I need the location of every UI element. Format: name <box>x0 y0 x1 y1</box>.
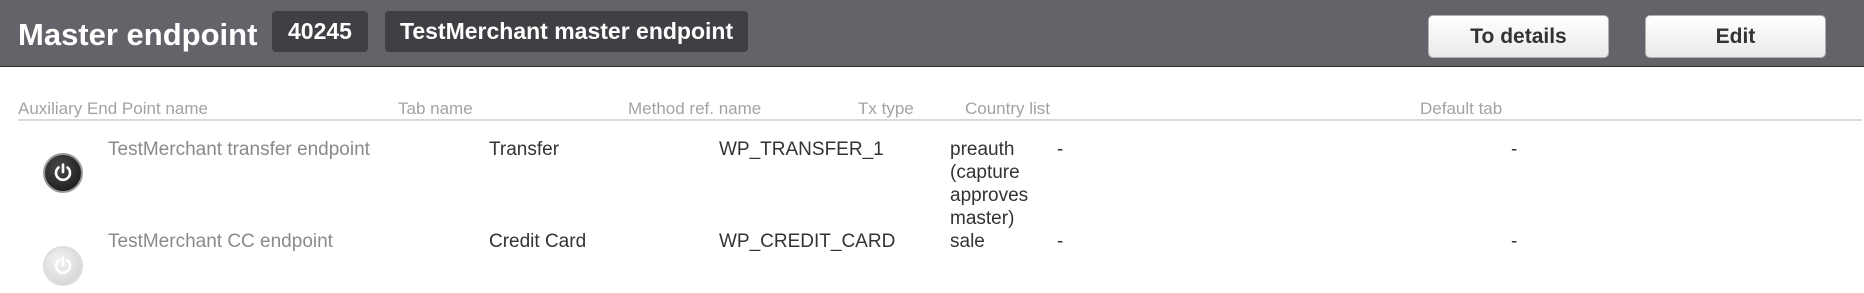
default-tab: - <box>1511 139 1518 160</box>
endpoint-id-badge: 40245 <box>272 11 368 52</box>
method-ref-name: WP_CREDIT_CARD <box>719 231 896 252</box>
method-ref-name: WP_TRANSFER_1 <box>719 139 884 160</box>
country-list: - <box>1057 139 1064 160</box>
tab-name: Transfer <box>489 139 560 160</box>
country-list: - <box>1057 231 1064 252</box>
column-header-tx-type: Tx type <box>858 99 914 118</box>
column-header-country-list: Country list <box>965 99 1051 118</box>
endpoint-name: TestMerchant transfer endpoint <box>108 139 370 160</box>
power-off-icon[interactable] <box>43 246 83 286</box>
tab-name: Credit Card <box>489 231 587 252</box>
page-header: Master endpoint 40245 TestMerchant maste… <box>0 0 1864 67</box>
tx-type: preauth (capture approves master) <box>950 139 1029 229</box>
default-tab: - <box>1511 231 1518 252</box>
column-header-aux-endpoint-name: Auxiliary End Point name <box>18 99 208 118</box>
power-on-icon[interactable] <box>43 153 83 193</box>
endpoint-name-badge: TestMerchant master endpoint <box>385 11 749 52</box>
header-divider <box>18 119 1862 121</box>
endpoint-name: TestMerchant CC endpoint <box>108 231 333 252</box>
column-header-method-ref-name: Method ref. name <box>628 99 762 118</box>
tx-type: sale <box>950 231 985 252</box>
column-header-default-tab: Default tab <box>1420 99 1503 118</box>
page-title: Master endpoint <box>18 17 258 52</box>
edit-button[interactable]: Edit <box>1645 15 1826 58</box>
column-header-tab-name: Tab name <box>398 99 473 118</box>
to-details-button[interactable]: To details <box>1428 15 1609 58</box>
